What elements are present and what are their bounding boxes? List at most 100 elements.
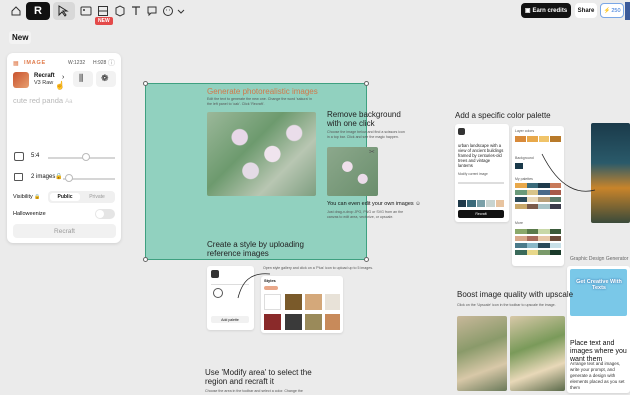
aspect-ratio-slider-knob[interactable] <box>82 153 90 161</box>
generate-desc: Edit the text to generate the new one. C… <box>207 97 313 106</box>
edit-own-text: You can even edit your own images <box>327 201 414 207</box>
width-value: 1232 <box>74 60 86 66</box>
image-type-icon: ▦ <box>13 61 19 67</box>
image-type-label[interactable]: IMAGE <box>24 60 46 66</box>
style-sample-5[interactable] <box>285 314 302 330</box>
visibility-private-option[interactable]: Private <box>82 193 112 201</box>
layer-swatches[interactable] <box>515 136 561 142</box>
generate-title: Generate photorealistic images <box>207 87 318 96</box>
images-count-value: 2 images <box>31 174 56 180</box>
aspect-ratio-value: 5:4 <box>31 153 40 159</box>
info-icon[interactable]: ⓘ <box>108 58 115 68</box>
halloweenize-toggle-knob[interactable] <box>96 210 104 218</box>
layer-colors-label: Layer colors <box>515 129 535 133</box>
graphic-design-card[interactable]: Get Creative With Texts Place text and i… <box>567 266 630 393</box>
images-count-slider-knob[interactable] <box>65 174 73 182</box>
style-sample-4[interactable] <box>264 314 281 330</box>
resize-handle-top-left[interactable] <box>143 81 148 86</box>
upscale-after-image[interactable] <box>510 316 565 391</box>
background-swatch[interactable] <box>515 163 523 169</box>
my-palettes-label: My palettes <box>515 177 533 181</box>
avatar[interactable] <box>625 2 630 20</box>
resize-handle-bottom-right[interactable] <box>364 257 369 262</box>
new-tab-label[interactable]: New <box>9 31 32 44</box>
style-sample-2[interactable] <box>305 294 322 310</box>
graphic-design-image[interactable]: Get Creative With Texts <box>570 269 627 316</box>
palette-row-4[interactable] <box>515 204 561 209</box>
sakura-image[interactable] <box>207 112 316 196</box>
palette-row-7[interactable] <box>515 243 561 248</box>
palette-swatches[interactable] <box>458 200 505 207</box>
palette-icon: ❁ <box>101 73 109 83</box>
edit-own-title: You can even edit your own images ☺ <box>327 201 421 207</box>
scissors-icon: ✂ <box>369 149 375 156</box>
edit-own-desc: Just drag-n-drop JPG, PNG or SVG from an… <box>327 210 404 219</box>
palette-row-3[interactable] <box>515 197 561 202</box>
swatch[interactable] <box>495 200 505 207</box>
credits-counter[interactable]: ⚡ 250 <box>600 3 624 18</box>
visibility-label-text: Visibility <box>13 194 33 200</box>
gift-icon: ▣ <box>524 8 531 14</box>
palette-row-5[interactable] <box>515 229 561 234</box>
resize-handle-top-right[interactable] <box>364 81 369 86</box>
recraft-button[interactable]: Recraft <box>13 224 116 238</box>
model-thumbnail[interactable] <box>13 72 29 88</box>
emoji-tool-icon[interactable] <box>161 4 174 17</box>
swatch[interactable] <box>486 200 495 207</box>
prompt-input[interactable]: cute red panda Aa <box>13 96 72 105</box>
palette-right-card[interactable]: Layer colors Background My palettes More <box>512 126 564 266</box>
translate-icon[interactable]: Aa <box>65 99 72 105</box>
graphic-design-label: Graphic Design Generator <box>570 256 629 262</box>
resize-handle-bottom-left[interactable] <box>143 257 148 262</box>
visibility-label: Visibility 🔒 <box>13 194 41 200</box>
settings-sliders-button[interactable]: ⫼ <box>73 71 93 87</box>
swatch[interactable] <box>515 136 526 142</box>
swatch[interactable] <box>526 136 538 142</box>
model-icon <box>458 128 465 135</box>
style-sample-3[interactable] <box>325 294 340 310</box>
earn-credits-label: Earn credits <box>532 7 568 14</box>
recraft-logo-button[interactable]: R <box>26 2 50 20</box>
text-tool-icon[interactable] <box>129 4 142 17</box>
prompt-text: cute red panda <box>13 96 64 105</box>
style-palette-button[interactable]: ❁ <box>96 71 116 87</box>
upscale-before-image[interactable] <box>457 316 507 391</box>
image-tool-icon[interactable] <box>79 4 92 17</box>
palette-slider[interactable] <box>458 182 504 184</box>
palette-left-card[interactable]: urban landscape with a view of ancient b… <box>455 124 509 222</box>
mockup-tool-icon[interactable] <box>113 4 126 17</box>
modify-label: Modify current image <box>458 172 488 176</box>
palette-row-8[interactable] <box>515 250 561 255</box>
swatch[interactable] <box>550 136 561 142</box>
home-icon[interactable] <box>9 4 22 17</box>
style-sample-6[interactable] <box>305 314 322 330</box>
style-sample-1[interactable] <box>285 294 302 310</box>
palette-row-6[interactable] <box>515 236 561 241</box>
pointer-tool-button[interactable] <box>53 2 75 20</box>
share-button[interactable]: Share <box>575 3 597 18</box>
halloweenize-label: Halloweenize <box>13 211 46 217</box>
add-palette-button[interactable]: Add palette <box>211 316 249 323</box>
swatch[interactable] <box>476 200 486 207</box>
new-badge: NEW <box>95 17 113 25</box>
swatch[interactable] <box>538 136 550 142</box>
swatch[interactable] <box>458 200 467 207</box>
chevron-down-icon[interactable] <box>174 4 187 17</box>
width-field[interactable]: W:1232 <box>68 60 85 66</box>
comment-tool-icon[interactable] <box>145 4 158 17</box>
chevron-right-icon[interactable]: › <box>62 74 64 81</box>
earn-credits-button[interactable]: ▣ Earn credits <box>521 3 571 18</box>
plus-icon[interactable] <box>213 288 223 298</box>
visibility-public-option[interactable]: Public <box>50 193 80 201</box>
style-title: Create a style by uploading reference im… <box>207 240 304 258</box>
palette-title: Add a specific color palette <box>455 111 551 120</box>
smile-icon: ☺ <box>415 201 421 207</box>
credits-value: 250 <box>611 7 621 14</box>
frame-tool-icon[interactable] <box>96 4 109 17</box>
swatch[interactable] <box>467 200 476 207</box>
style-sample-7[interactable] <box>325 314 340 330</box>
palette-recraft-button[interactable]: Recraft <box>458 210 504 218</box>
palette-prompt: urban landscape with a view of ancient b… <box>458 143 504 168</box>
height-field[interactable]: H:928 <box>93 60 106 66</box>
cursor-hand-icon: ☝ <box>55 81 65 90</box>
